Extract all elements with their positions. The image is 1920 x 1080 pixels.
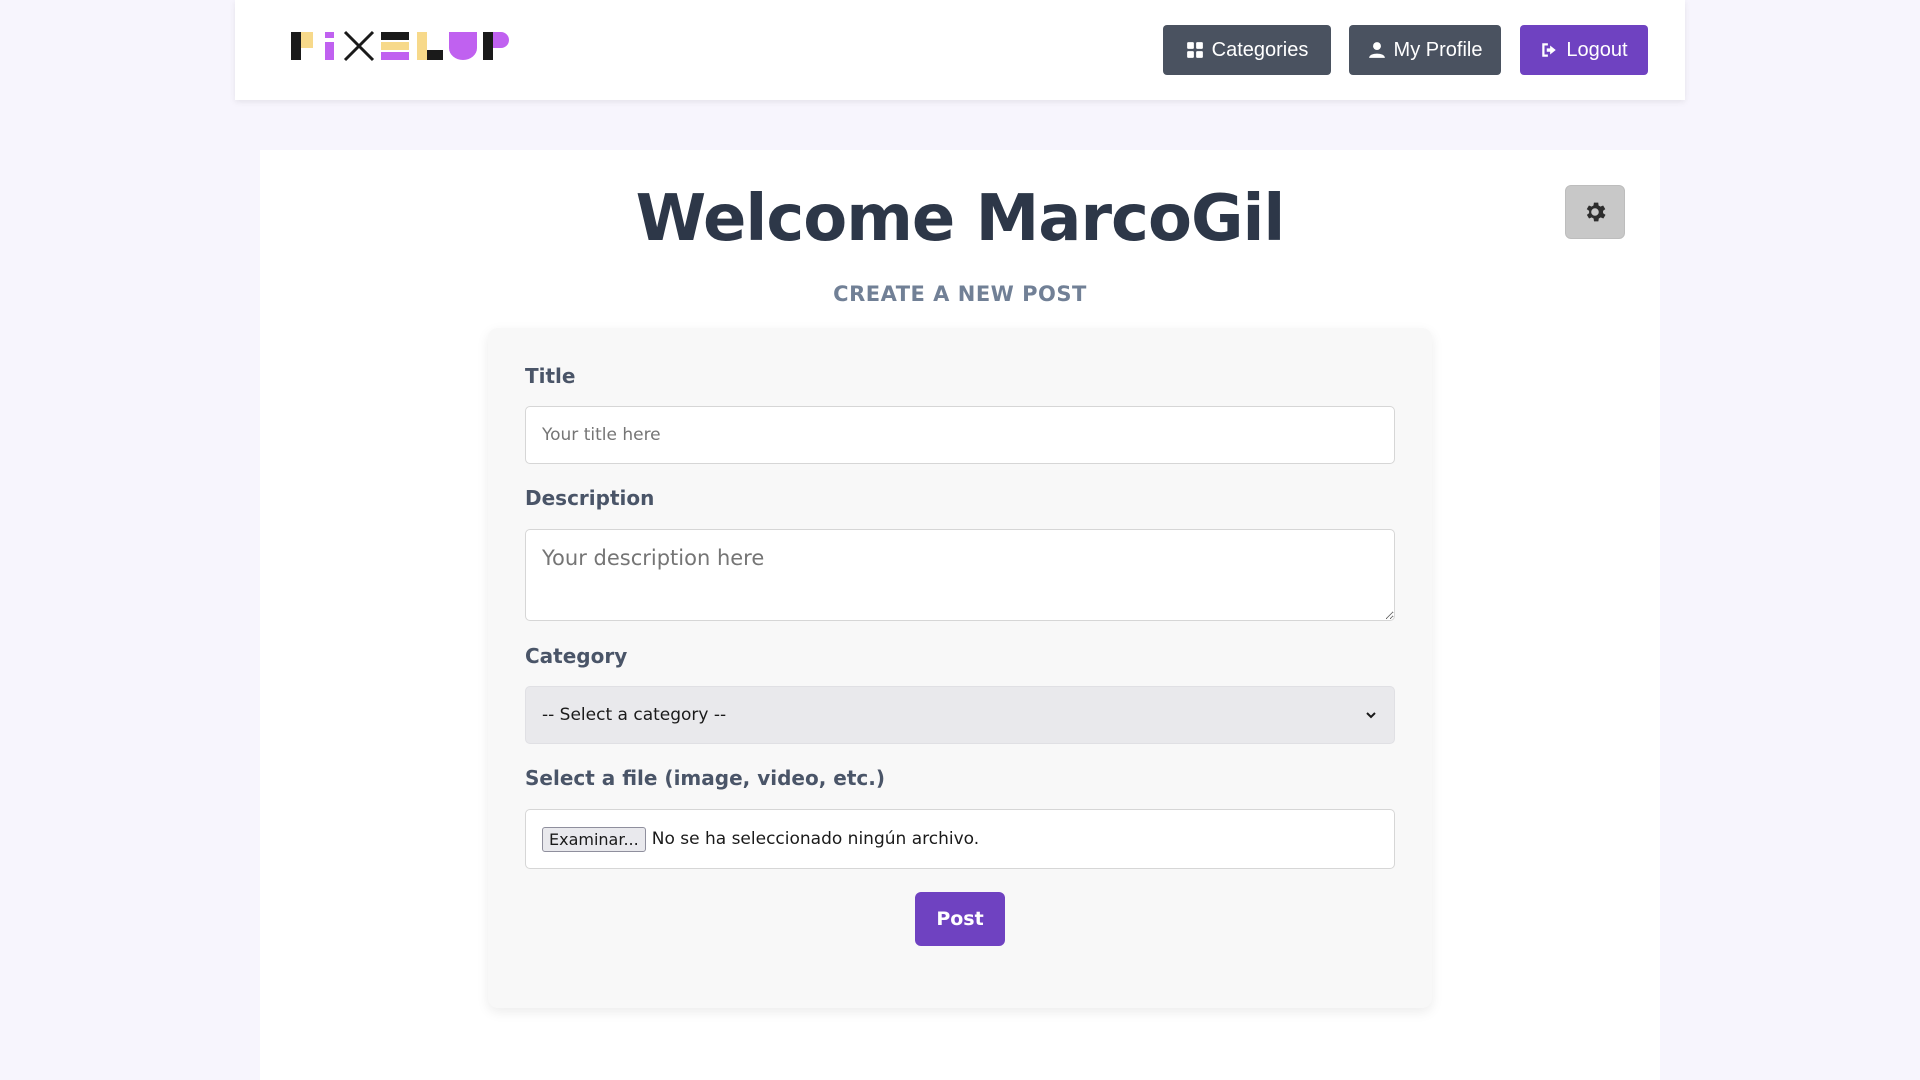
- pixelup-logo[interactable]: [291, 30, 511, 64]
- title-input[interactable]: [525, 406, 1395, 464]
- user-icon: [1368, 42, 1385, 58]
- description-label: Description: [525, 486, 655, 510]
- category-select[interactable]: -- Select a category --: [525, 686, 1395, 744]
- grid-icon: [1186, 42, 1203, 58]
- categories-label: Categories: [1211, 38, 1309, 61]
- categories-button[interactable]: Categories: [1163, 25, 1331, 75]
- page-subtitle: CREATE A NEW POST: [833, 282, 1087, 306]
- sign-out-icon: [1542, 43, 1557, 57]
- file-input[interactable]: Examinar... No se ha seleccionado ningún…: [525, 809, 1395, 869]
- title-label: Title: [525, 364, 576, 388]
- category-label: Category: [525, 644, 628, 668]
- chevron-down-icon: [1366, 712, 1376, 719]
- main-panel: Welcome MarcoGil CREATE A NEW POST Title…: [260, 150, 1660, 1080]
- my-profile-label: My Profile: [1393, 38, 1483, 61]
- new-post-form: Title Description Category -- Select a c…: [488, 328, 1432, 1008]
- page-title: Welcome MarcoGil: [635, 182, 1286, 256]
- my-profile-button[interactable]: My Profile: [1349, 25, 1501, 75]
- description-textarea[interactable]: [525, 529, 1395, 621]
- logout-button[interactable]: Logout: [1520, 25, 1648, 75]
- browse-file-button[interactable]: Examinar...: [542, 826, 646, 852]
- file-status-text: No se ha seleccionado ningún archivo.: [651, 829, 980, 849]
- file-label: Select a file (image, video, etc.): [525, 766, 885, 790]
- post-button[interactable]: Post: [915, 892, 1005, 946]
- logout-label: Logout: [1566, 38, 1628, 61]
- top-header: Categories My Profile Logout: [235, 0, 1685, 100]
- category-selected-value: -- Select a category --: [542, 705, 727, 725]
